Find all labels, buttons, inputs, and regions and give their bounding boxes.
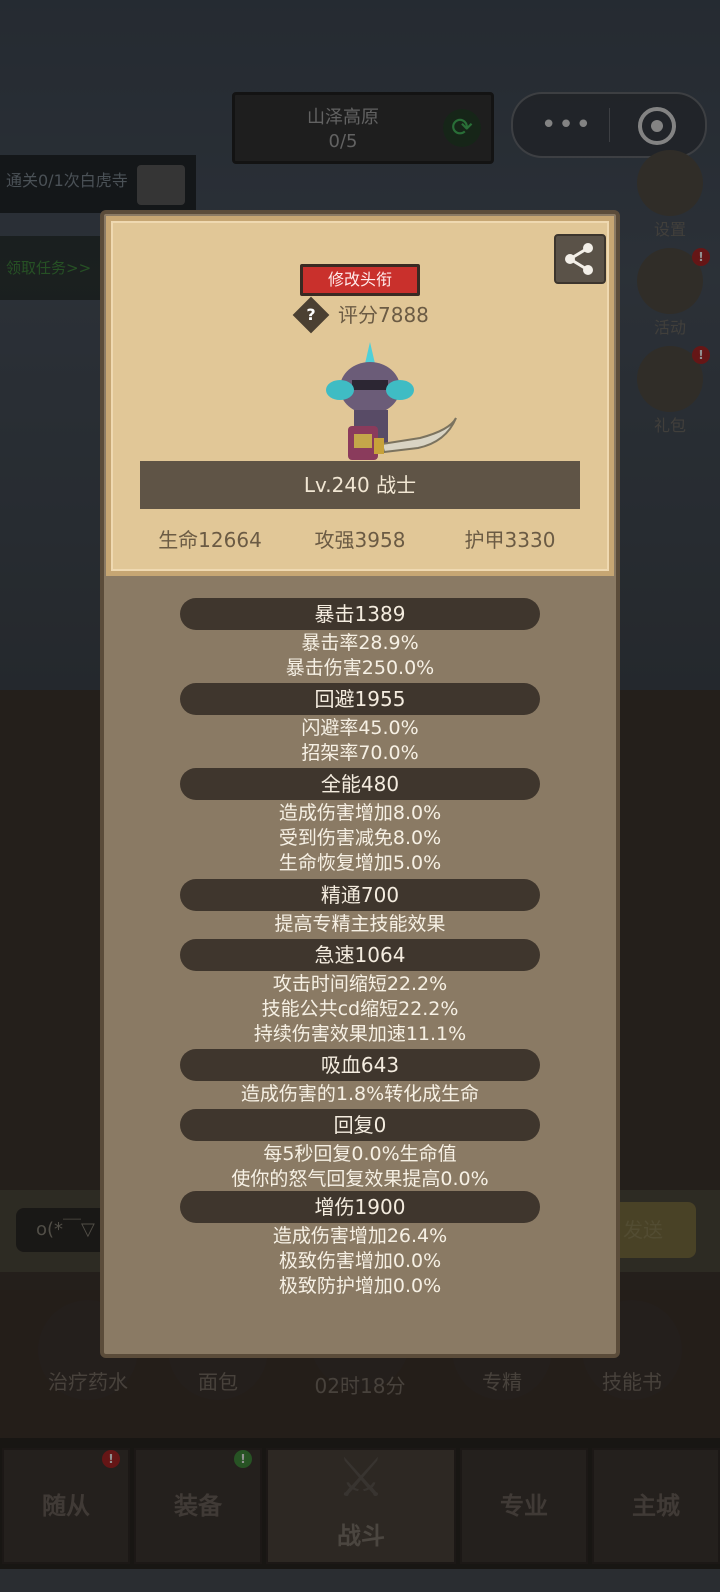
section-header-lifesteal: 吸血643 xyxy=(180,1049,540,1081)
stat-line: 极致防护增加0.0% xyxy=(278,1275,442,1297)
stat-line: 闪避率45.0% xyxy=(301,717,419,739)
help-question-icon[interactable]: ? xyxy=(292,296,330,334)
stat-hp: 生命12664 xyxy=(158,528,262,552)
section-header-damage-bonus: 增伤1900 xyxy=(180,1191,540,1223)
section-header-dodge: 回避1955 xyxy=(180,683,540,715)
stat-line: 造成伤害增加26.4% xyxy=(272,1225,448,1247)
stat-line: 暴击率28.9% xyxy=(301,632,419,654)
stat-line: 生命恢复增加5.0% xyxy=(278,852,442,874)
level-class-banner: Lv.240 战士 xyxy=(140,461,580,509)
stat-line: 持续伤害效果加速11.1% xyxy=(253,1023,467,1045)
stat-line: 极致伤害增加0.0% xyxy=(278,1250,442,1272)
section-header-haste: 急速1064 xyxy=(180,939,540,971)
section-header-mastery: 精通700 xyxy=(180,879,540,911)
stat-line: 攻击时间缩短22.2% xyxy=(272,973,448,995)
edit-title-button[interactable]: 修改头衔 xyxy=(300,264,420,296)
section-header-regen: 回复0 xyxy=(180,1109,540,1141)
stat-line: 造成伤害的1.8%转化成生命 xyxy=(240,1083,480,1105)
section-header-versatility: 全能480 xyxy=(180,768,540,800)
score-value: 评分7888 xyxy=(338,303,429,327)
section-header-crit: 暴击1389 xyxy=(180,598,540,630)
stat-armor: 护甲3330 xyxy=(464,528,556,552)
stat-line: 招架率70.0% xyxy=(301,742,419,764)
stat-line: 提高专精主技能效果 xyxy=(274,913,446,935)
warrior-avatar xyxy=(310,338,460,478)
stat-line: 受到伤害减免8.0% xyxy=(278,827,442,849)
stat-line: 每5秒回复0.0%生命值 xyxy=(263,1143,457,1165)
share-icon xyxy=(565,243,593,275)
stat-line: 使你的怒气回复效果提高0.0% xyxy=(231,1168,489,1190)
base-stats-row: 生命12664 攻强3958 护甲3330 xyxy=(130,525,590,555)
score-row: ? 评分7888 xyxy=(292,296,438,334)
share-button[interactable] xyxy=(554,234,606,284)
stat-line: 技能公共cd缩短22.2% xyxy=(261,998,459,1020)
stat-line: 造成伤害增加8.0% xyxy=(278,802,442,824)
stat-attack: 攻强3958 xyxy=(314,528,406,552)
stat-line: 暴击伤害250.0% xyxy=(285,657,435,679)
